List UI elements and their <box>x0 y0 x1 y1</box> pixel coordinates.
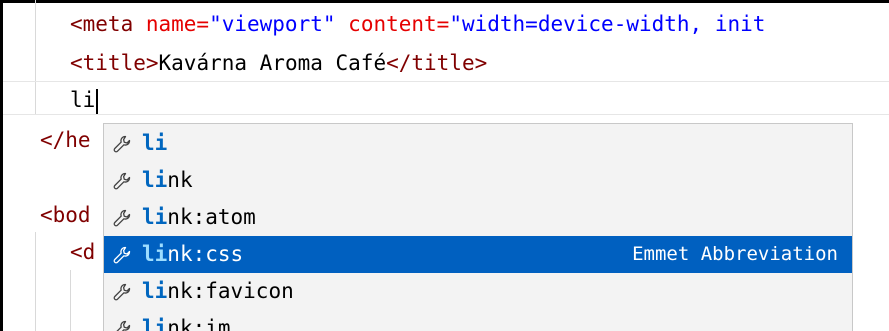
suggest-item[interactable]: link:atom <box>104 199 852 236</box>
suggest-item[interactable]: li <box>104 125 852 162</box>
current-line-highlight <box>3 81 889 115</box>
suggest-item[interactable]: link:css Emmet Abbreviation <box>104 236 852 273</box>
suggest-item-rest: nk:atom <box>167 205 256 229</box>
suggest-item-label: link:atom <box>142 199 256 236</box>
code-line-current[interactable]: li <box>70 83 99 117</box>
code-token: "viewport" <box>209 12 336 36</box>
suggest-item[interactable]: link:im <box>104 310 852 331</box>
wrench-icon <box>112 134 132 154</box>
suggest-item-label: link:im <box>142 310 231 331</box>
wrench-icon <box>112 282 132 302</box>
editor-border-top <box>0 0 889 3</box>
suggest-item-rest: nk:im <box>167 316 231 331</box>
code-token: <meta <box>70 12 146 36</box>
editor-border-left <box>0 0 3 331</box>
code-editor[interactable]: <meta name="viewport" content="width=dev… <box>0 0 889 331</box>
suggest-item-match: li <box>142 316 168 331</box>
suggest-widget[interactable]: li link link:atom link:css Emmet Abbreviatio… <box>103 123 853 331</box>
suggest-item-rest: nk:css <box>167 242 244 266</box>
suggest-item-rest: nk <box>167 168 193 192</box>
suggest-item[interactable]: link <box>104 162 852 199</box>
suggest-item-match: li <box>142 242 168 266</box>
code-token: content= <box>348 12 450 36</box>
suggest-item-detail: Emmet Abbreviation <box>632 243 838 265</box>
code-line-head-close[interactable]: </he <box>40 123 91 157</box>
suggest-item-match: li <box>142 205 168 229</box>
suggest-item-label: li <box>142 125 167 162</box>
code-token: name= <box>145 12 210 36</box>
text-cursor <box>96 88 99 114</box>
suggest-item-match: li <box>142 168 168 192</box>
suggest-item-label: link <box>142 162 193 199</box>
code-token: <d <box>70 240 96 264</box>
code-line-meta[interactable]: <meta name="viewport" content="width=dev… <box>70 7 765 41</box>
code-token: </title> <box>386 51 488 75</box>
suggest-item[interactable]: link:favicon <box>104 273 852 310</box>
code-line-title[interactable]: <title>Kavárna Aroma Café</title> <box>70 46 487 80</box>
wrench-icon <box>112 245 132 265</box>
code-line-body-open[interactable]: <bod <box>40 198 91 232</box>
code-token: <bod <box>40 203 91 227</box>
suggest-item-match: li <box>142 279 168 303</box>
suggest-item-match: li <box>142 131 168 155</box>
code-token: <title> <box>70 51 159 75</box>
suggest-item-label: link:favicon <box>142 273 294 310</box>
code-line-div[interactable]: <d <box>70 235 95 269</box>
indent-guide <box>70 270 71 331</box>
wrench-icon <box>112 208 132 228</box>
code-token: Kavárna Aroma Café <box>158 51 387 75</box>
code-token: "width=device-width, init <box>449 12 766 36</box>
code-token: </he <box>40 128 91 152</box>
suggest-item-rest: nk:favicon <box>167 279 294 303</box>
wrench-icon <box>112 319 132 331</box>
wrench-icon <box>112 171 132 191</box>
indent-guide <box>35 232 36 331</box>
code-token: li <box>70 88 96 112</box>
suggest-item-label: link:css <box>142 236 243 273</box>
